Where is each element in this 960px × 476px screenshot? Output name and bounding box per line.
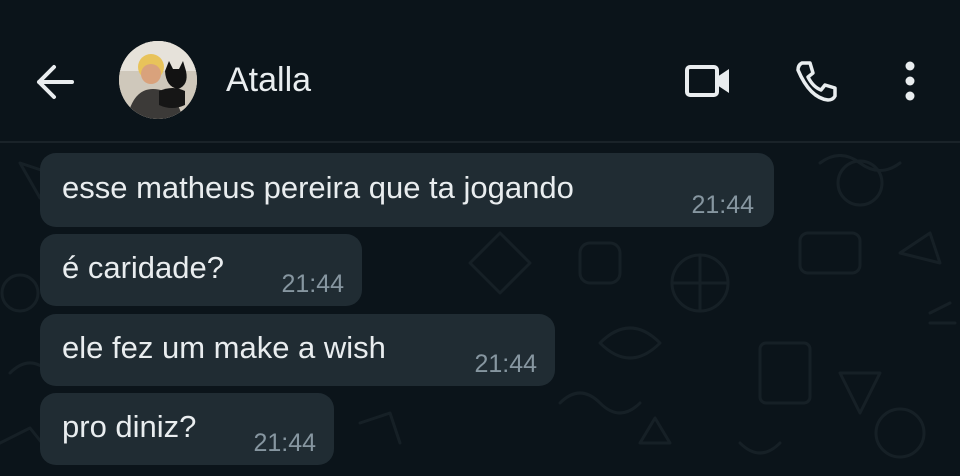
message-text: ele fez um make a wish	[62, 330, 386, 365]
phone-icon	[796, 61, 837, 102]
chat-header: Atalla	[0, 0, 960, 143]
message-text: é caridade?	[62, 250, 225, 285]
back-button[interactable]	[30, 58, 78, 106]
message-bubble-incoming[interactable]: ele fez um make a wish 21:44	[40, 314, 555, 386]
message-timestamp: 21:44	[281, 270, 344, 298]
video-camera-icon	[685, 65, 729, 97]
video-call-button[interactable]	[680, 58, 736, 104]
avatar-photo	[119, 41, 197, 119]
contact-name[interactable]: Atalla	[226, 60, 311, 100]
message-bubble-incoming[interactable]: é caridade? 21:44	[40, 234, 362, 306]
message-text: esse matheus pereira que ta jogando	[62, 170, 574, 205]
message-text: pro diniz?	[62, 409, 197, 444]
message-timestamp: 21:44	[691, 191, 754, 219]
voice-call-button[interactable]	[790, 56, 840, 106]
message-bubble-incoming[interactable]: pro diniz? 21:44	[40, 393, 334, 465]
more-options-button[interactable]	[896, 56, 924, 106]
message-bubble-incoming[interactable]: esse matheus pereira que ta jogando 21:4…	[40, 153, 774, 227]
chat-screen: Atalla esse matheus pereira que ta jogan…	[0, 0, 960, 476]
more-vertical-icon	[905, 61, 915, 101]
message-timestamp: 21:44	[474, 350, 537, 378]
message-timestamp: 21:44	[253, 429, 316, 457]
arrow-left-icon	[37, 65, 74, 99]
contact-avatar[interactable]	[119, 41, 197, 119]
